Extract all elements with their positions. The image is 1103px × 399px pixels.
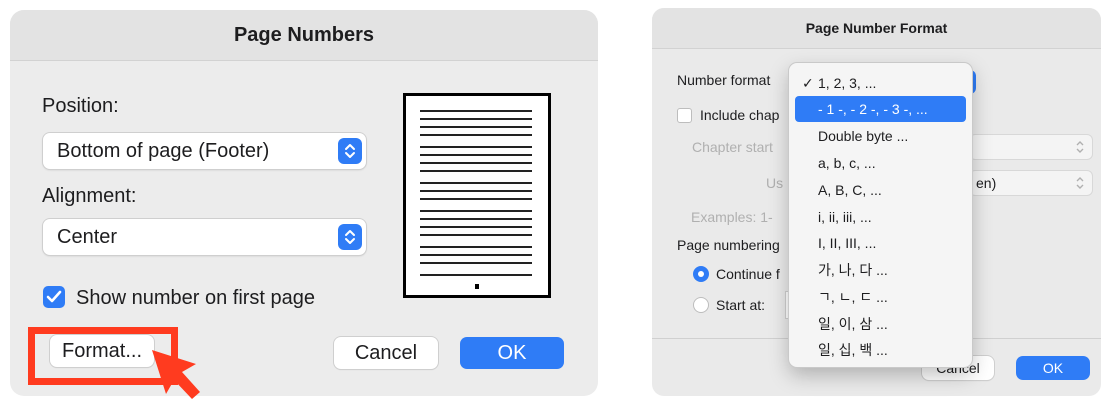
chapter-starts-select[interactable] [970,135,1092,159]
page-number-marker [475,284,479,289]
dialog-title: Page Number Format [652,8,1101,49]
up-down-chevron-icon [338,138,362,164]
menu-item-double-byte[interactable]: Double byte ... [795,123,966,149]
position-select-value: Bottom of page (Footer) [57,140,270,162]
use-separator-label: Us [766,175,784,191]
alignment-label: Alignment: [42,185,137,207]
separator-select-value: en) [976,175,997,191]
page-preview [403,93,551,298]
show-first-page-label: Show number on first page [76,287,316,309]
annotation-arrow-icon [152,350,200,399]
number-format-menu: ✓ 1, 2, 3, ... - 1 -, - 2 -, - 3 -, ... … [789,63,972,367]
dialog-title: Page Numbers [10,10,598,61]
start-at-label: Start at: [716,297,766,313]
menu-item-lower-roman[interactable]: i, ii, iii, ... [795,204,966,230]
alignment-select-value: Center [57,226,118,248]
chapter-starts-label: Chapter start [692,139,773,155]
menu-item-korean-digital[interactable]: 일, 십, 백 ... [795,337,966,363]
position-label: Position: [42,95,119,117]
checkmark-icon [46,290,62,303]
up-down-chevron-icon [1076,177,1084,189]
continue-radio[interactable] [693,266,709,282]
menu-item-arabic[interactable]: ✓ 1, 2, 3, ... [795,70,966,96]
menu-item-hangul-jamo[interactable]: ㄱ, ㄴ, ㄷ ... [795,284,966,310]
format-button[interactable]: Format... [50,335,154,367]
ok-button[interactable]: OK [460,337,564,369]
cancel-button[interactable]: Cancel [334,337,438,369]
position-select[interactable]: Bottom of page (Footer) [43,133,366,169]
continue-label: Continue f [716,266,780,282]
separator-select[interactable]: en) [970,171,1092,195]
ok-button[interactable]: OK [1016,356,1090,380]
menu-item-lower-alpha[interactable]: a, b, c, ... [795,150,966,176]
menu-item-upper-alpha[interactable]: A, B, C, ... [795,177,966,203]
page-numbers-dialog: Page Numbers Position: Bottom of page (F… [10,10,598,396]
menu-item-hangul-syllable[interactable]: 가, 나, 다 ... [795,257,966,283]
page-numbering-label: Page numbering [677,237,780,253]
up-down-chevron-icon [1076,141,1084,153]
include-chapter-checkbox[interactable] [677,108,692,123]
checkmark-icon: ✓ [802,75,814,91]
show-first-page-checkbox[interactable] [43,286,65,308]
include-chapter-label: Include chap [700,107,780,123]
menu-item-upper-roman[interactable]: I, II, III, ... [795,230,966,256]
number-format-label: Number format [677,72,771,88]
start-at-radio[interactable] [693,297,709,313]
menu-item-dashed-arabic[interactable]: - 1 -, - 2 -, - 3 -, ... [795,96,966,122]
examples-label: Examples: 1- [691,209,773,225]
alignment-select[interactable]: Center [43,219,366,255]
menu-item-korean-counting[interactable]: 일, 이, 삼 ... [795,311,966,337]
up-down-chevron-icon [338,224,362,250]
